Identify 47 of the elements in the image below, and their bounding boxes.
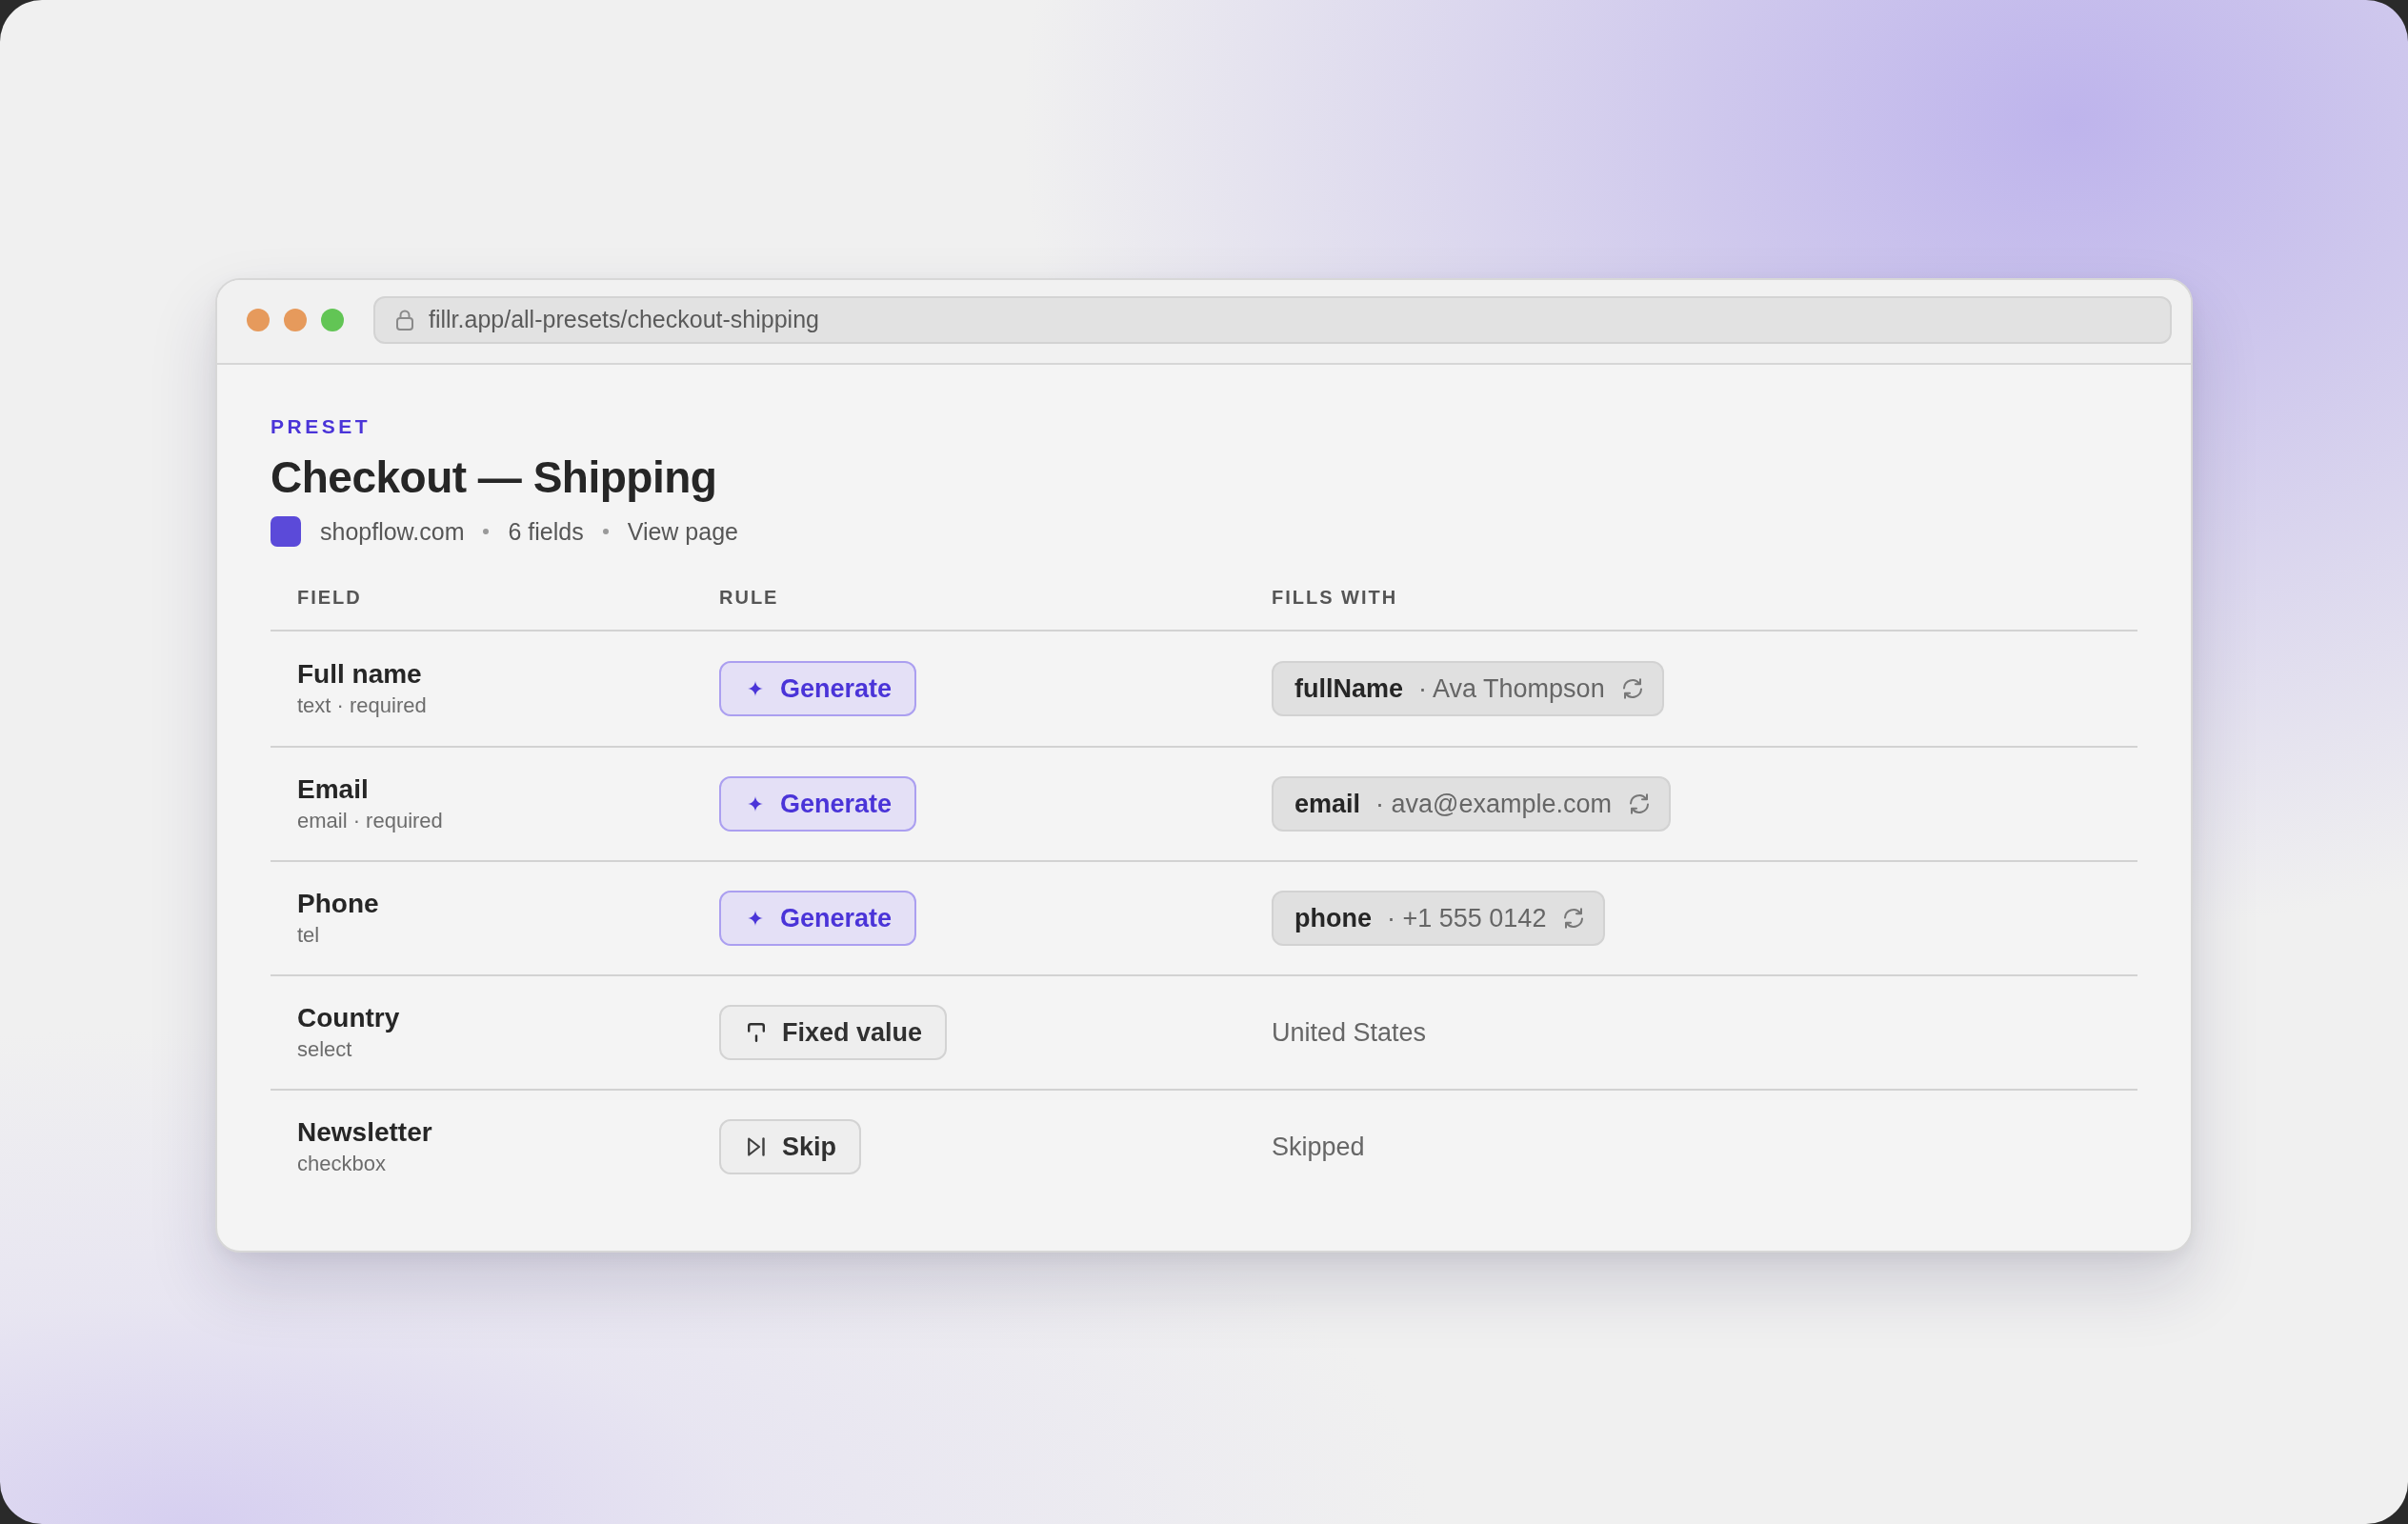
sparkle-icon (748, 796, 763, 812)
field-name: Newsletter (297, 1116, 433, 1149)
token-name: email (1294, 788, 1361, 820)
lock-icon (396, 310, 413, 331)
field-name: Country (297, 1002, 401, 1034)
token-name: phone (1294, 902, 1372, 934)
window-control-icon[interactable] (284, 309, 307, 331)
separator-dot-icon (483, 529, 490, 534)
address-bar[interactable]: fillr.app/all-presets/checkout-shipping (373, 296, 2172, 344)
sample-value: · +1 555 0142 (1387, 902, 1547, 934)
field-type: email · required (297, 808, 444, 834)
skip-icon (748, 1137, 765, 1156)
refresh-icon[interactable] (1621, 678, 1643, 699)
token-name: fullName (1294, 672, 1404, 705)
window-control-icon[interactable] (247, 309, 270, 331)
fill-value: Skipped (1272, 1132, 1365, 1161)
field-name: Full name (297, 658, 423, 691)
sample-value: · Ava Thompson (1418, 672, 1605, 705)
rule-button[interactable]: Skip (719, 1119, 862, 1174)
refresh-icon[interactable] (1629, 793, 1651, 814)
view-page-link[interactable]: View page (627, 516, 738, 547)
preset-title: Checkout — Shipping (271, 451, 718, 504)
rule-button[interactable]: Generate (719, 776, 917, 832)
column-header: FILLS WITH (1272, 586, 1399, 610)
field-type: checkbox (297, 1151, 387, 1177)
window-control-icon[interactable] (321, 309, 344, 331)
column-header: FIELD (297, 586, 363, 610)
sparkle-icon (748, 681, 763, 696)
sparkle-icon (748, 911, 763, 926)
preset-label: PRESET (271, 414, 372, 439)
refresh-icon[interactable] (1563, 908, 1585, 929)
fill-value: United States (1272, 1017, 1427, 1047)
separator-dot-icon (602, 529, 609, 534)
site-domain: shopflow.com (320, 517, 465, 547)
column-header: RULE (719, 586, 780, 610)
rule-button[interactable]: Fixed value (719, 1005, 948, 1060)
field-type: text · required (297, 692, 428, 719)
field-name: Email (297, 773, 370, 806)
field-type: tel (297, 922, 321, 949)
sample-value: · ava@example.com (1375, 788, 1613, 820)
site-icon (271, 516, 301, 547)
rule-button[interactable]: Generate (719, 891, 917, 946)
field-count: 6 fields (508, 517, 584, 547)
rule-button[interactable]: Generate (719, 661, 917, 716)
field-name: Phone (297, 888, 380, 920)
field-type: select (297, 1036, 353, 1063)
pin-icon (748, 1023, 765, 1042)
